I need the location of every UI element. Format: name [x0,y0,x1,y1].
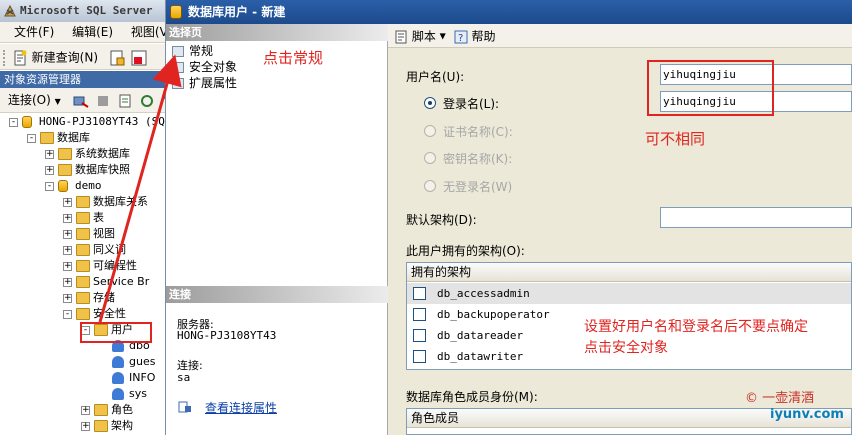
annotation-can-differ: 可不相同 [645,130,706,148]
annotation-instruction-1: 设置好用户名和登录名后不要点确定 [584,319,808,335]
annotation-click-general: 点击常规 [263,49,324,67]
annotation-arrow [98,54,182,323]
watermark-author: © 一壶清酒 [745,391,815,406]
annotation-instruction-2: 点击安全对象 [584,340,668,356]
watermark-site: iyunv.com [770,407,844,422]
